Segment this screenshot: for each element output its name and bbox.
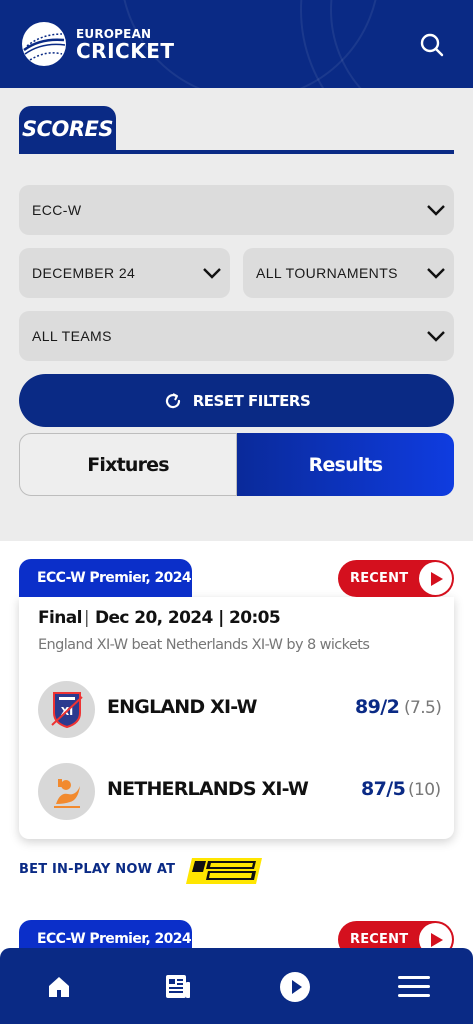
recent-badge-label: RECENT <box>350 571 409 586</box>
team-name: ENGLAND XI-W <box>107 696 257 718</box>
refresh-icon <box>165 392 180 408</box>
teams-select[interactable]: ALL TEAMS <box>19 311 454 361</box>
menu-icon[interactable] <box>397 970 431 1004</box>
reset-filters-button[interactable]: RESET FILTERS <box>19 374 454 427</box>
match-date: Dec 20, 2024 | 20:05 <box>94 608 281 628</box>
bottom-nav <box>0 948 473 1024</box>
chevron-down-icon <box>427 331 445 342</box>
team-score: 89/2 <box>355 696 400 718</box>
competition-label: ECC-W Premier, 2024 <box>19 559 192 597</box>
match-status: Final <box>38 608 82 628</box>
home-icon[interactable] <box>42 970 76 1004</box>
tab-fixtures[interactable]: Fixtures <box>19 433 237 496</box>
play-icon[interactable] <box>278 970 312 1004</box>
european-cricket-logo[interactable]: EUROPEAN CRICKET <box>20 20 175 68</box>
tab-results[interactable]: Results <box>237 433 454 496</box>
competition-select[interactable]: ECC-W <box>19 185 454 235</box>
competition-select-value: ECC-W <box>32 202 82 218</box>
search-icon[interactable] <box>419 32 445 58</box>
logo-line-2: CRICKET <box>76 38 175 63</box>
month-select[interactable]: DECEMBER 24 <box>19 248 230 298</box>
match-meta: Final | Dec 20, 2024 | 20:05 <box>38 608 281 628</box>
chevron-down-icon <box>427 268 445 279</box>
match-result: England XI-W beat Netherlands XI-W by 8 … <box>38 637 370 653</box>
team-overs: (10) <box>408 780 441 800</box>
team-logo-netherlands <box>38 763 95 820</box>
play-icon <box>419 562 452 595</box>
cricket-ball-icon <box>22 22 66 66</box>
team-score: 87/5 <box>361 778 406 800</box>
tournament-select-value: ALL TOURNAMENTS <box>256 265 398 281</box>
parimatch-logo[interactable] <box>186 858 262 884</box>
logo-line-1: EUROPEAN <box>76 26 152 41</box>
team-logo-england: XI <box>38 681 95 738</box>
team-name: NETHERLANDS XI-W <box>107 778 309 800</box>
chevron-down-icon <box>427 205 445 216</box>
bet-promo-text: BET IN-PLAY NOW AT <box>19 862 176 877</box>
teams-select-value: ALL TEAMS <box>32 328 112 344</box>
chevron-down-icon <box>203 268 221 279</box>
recent-badge-label: RECENT <box>350 932 409 947</box>
team-overs: (7.5) <box>404 698 442 718</box>
news-icon[interactable] <box>160 970 194 1004</box>
reset-filters-label: RESET FILTERS <box>192 391 311 410</box>
recent-badge[interactable]: RECENT <box>338 560 454 597</box>
title-underline <box>19 150 454 154</box>
app-header: EUROPEAN CRICKET <box>0 0 473 88</box>
page-title: SCORES <box>19 106 116 151</box>
month-select-value: DECEMBER 24 <box>32 265 136 281</box>
tournament-select[interactable]: ALL TOURNAMENTS <box>243 248 454 298</box>
